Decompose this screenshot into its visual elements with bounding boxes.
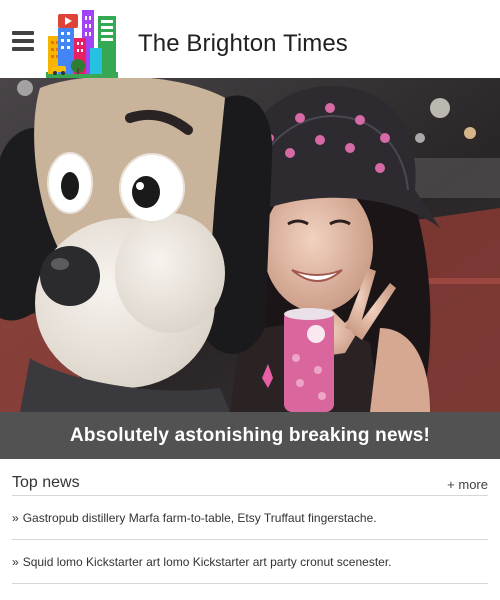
headline-text: Absolutely astonishing breaking news! <box>69 424 430 446</box>
site-title[interactable]: The Brighton Times <box>138 30 348 58</box>
news-item-text[interactable]: Squid lomo Kickstarter art lomo Kickstar… <box>23 555 392 569</box>
news-item-text[interactable]: Gastropub distillery Marfa farm-to-table… <box>23 511 377 525</box>
section-title: Top news <box>12 474 80 491</box>
bullet-icon: » <box>12 510 19 525</box>
site-header: The Brighton Times <box>0 0 500 78</box>
headline-banner[interactable]: Absolutely astonishing breaking news! <box>0 412 500 459</box>
hero-image[interactable] <box>0 78 500 412</box>
top-news-header: Top news + more <box>12 472 488 496</box>
news-item[interactable]: » Gastropub distillery Marfa farm-to-tab… <box>12 496 488 540</box>
more-link[interactable]: + more <box>447 477 488 492</box>
top-news-list: » Gastropub distillery Marfa farm-to-tab… <box>12 496 488 584</box>
city-buildings-logo[interactable] <box>46 8 118 78</box>
news-item[interactable]: » Squid lomo Kickstarter art lomo Kickst… <box>12 540 488 584</box>
bullet-icon: » <box>12 554 19 569</box>
hamburger-menu-icon[interactable] <box>12 31 34 51</box>
